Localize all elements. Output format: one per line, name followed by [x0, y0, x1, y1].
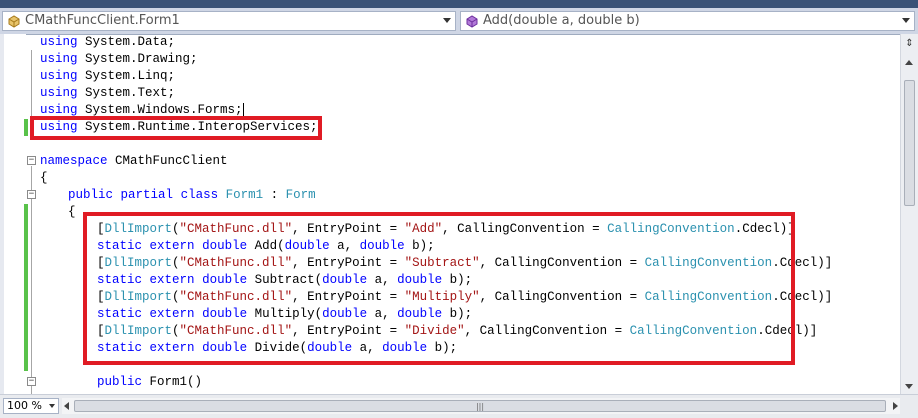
code-line: {	[40, 171, 48, 185]
code-line: using System.Drawing;	[40, 52, 198, 66]
code-line: public Form1()	[97, 375, 203, 389]
zoom-value: 100 %	[7, 399, 42, 412]
highlight-box-using	[30, 116, 322, 140]
horizontal-scroll-thumb[interactable]: |||	[74, 400, 886, 412]
member-dropdown-value: Add(double a, double b)	[483, 13, 640, 28]
chevron-down-icon	[49, 404, 55, 408]
scroll-left-icon[interactable]	[64, 402, 69, 410]
class-icon	[8, 15, 20, 28]
highlight-box-dllimports	[83, 212, 795, 365]
code-line: using System.Linq;	[40, 69, 176, 83]
split-handle-icon[interactable]: ⇕	[904, 37, 915, 51]
code-line: using System.Text;	[40, 86, 176, 100]
vertical-scrollbar[interactable]: ⇕	[900, 34, 918, 394]
horizontal-scrollbar[interactable]: |||	[62, 398, 900, 414]
code-line: {	[68, 205, 76, 219]
text-caret	[242, 102, 244, 117]
code-line: using System.Data;	[40, 35, 176, 49]
document-tab-strip	[0, 0, 918, 8]
scroll-up-icon[interactable]	[905, 60, 913, 65]
scroll-right-icon[interactable]	[893, 402, 898, 410]
chevron-down-icon	[902, 18, 910, 23]
vertical-scroll-thumb[interactable]	[904, 80, 915, 206]
class-dropdown-value: CMathFuncClient.Form1	[25, 13, 180, 28]
grip-icon: |||	[475, 402, 485, 411]
navigation-bar: CMathFuncClient.Form1 Add(double a, doub…	[0, 8, 918, 35]
zoom-dropdown[interactable]: 100 %	[3, 398, 59, 414]
editor-bottom-bar: 100 % |||	[0, 394, 918, 418]
code-line: namespace CMathFuncClient	[40, 154, 228, 168]
class-dropdown[interactable]: CMathFuncClient.Form1	[2, 11, 456, 31]
code-line: public partial class Form1 : Form	[68, 188, 316, 202]
member-dropdown[interactable]: Add(double a, double b)	[460, 11, 915, 31]
chevron-down-icon	[443, 18, 451, 23]
method-icon	[466, 15, 478, 28]
scroll-down-icon[interactable]	[905, 384, 913, 389]
